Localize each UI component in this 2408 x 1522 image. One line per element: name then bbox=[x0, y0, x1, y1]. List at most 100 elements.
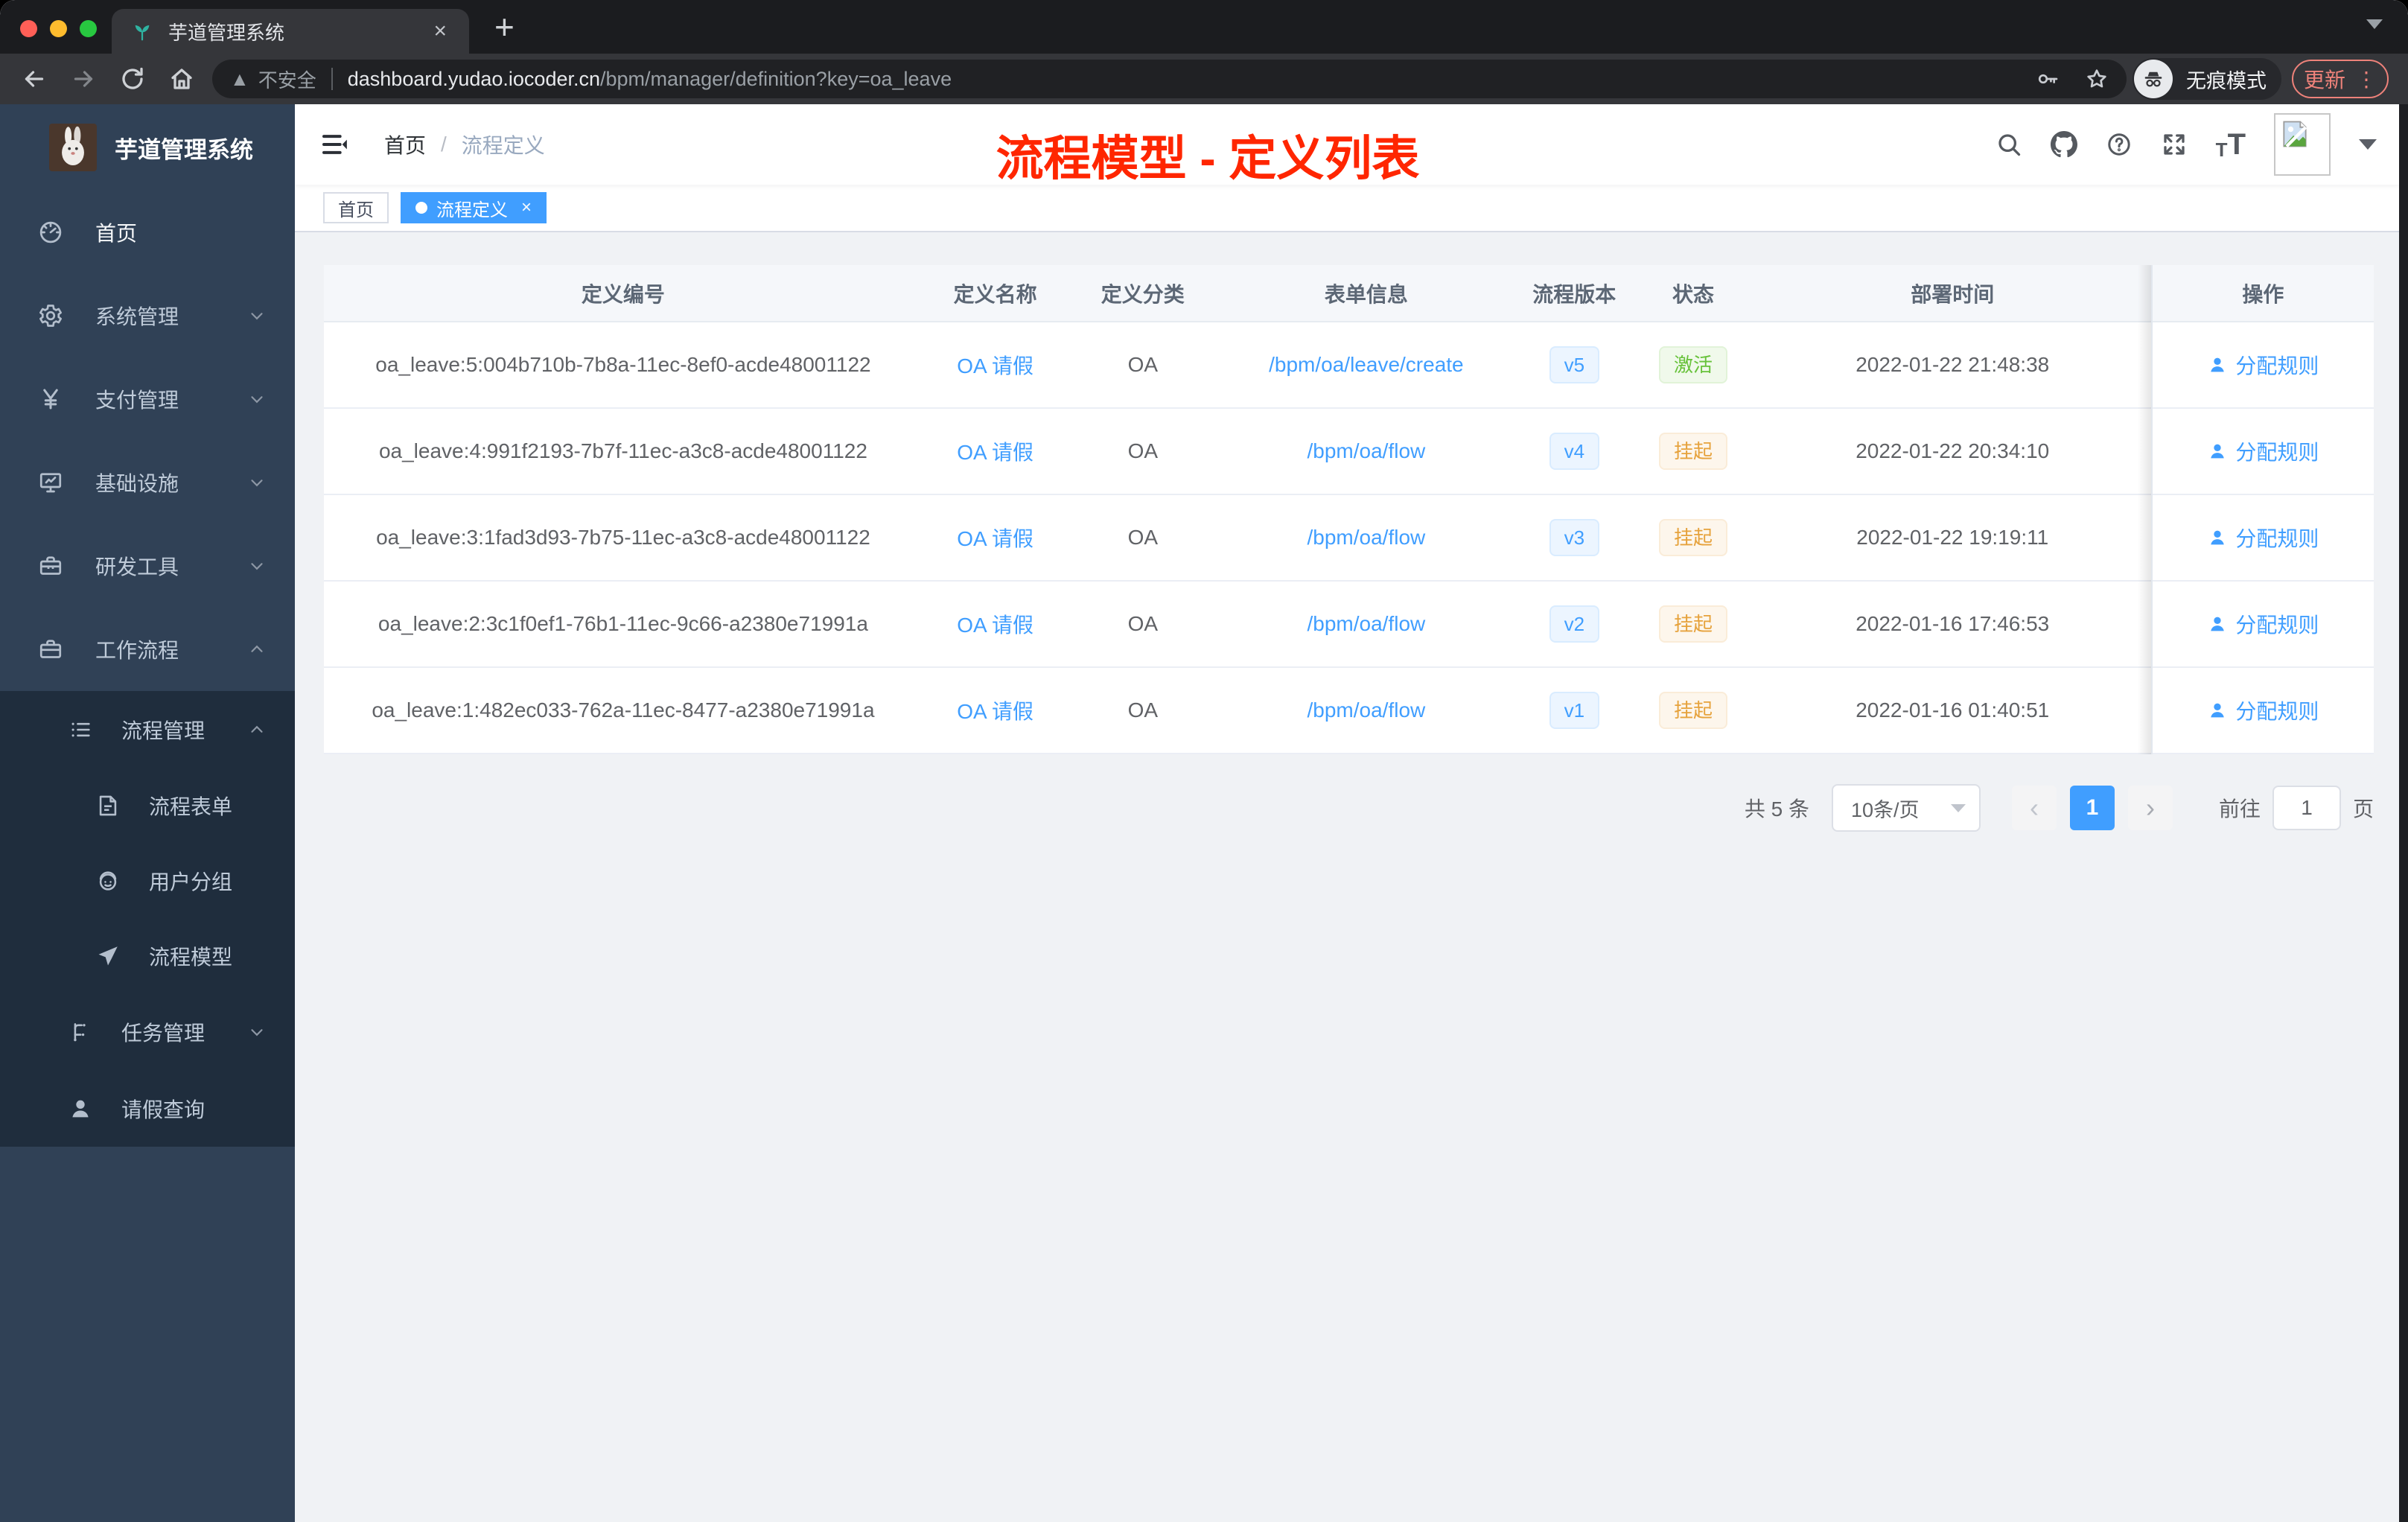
user-menu-chevron-icon[interactable] bbox=[2359, 139, 2377, 150]
password-key-icon[interactable] bbox=[2036, 67, 2060, 91]
sidebar-item-payment[interactable]: 支付管理 bbox=[0, 357, 295, 441]
current-page-button[interactable]: 1 bbox=[2069, 786, 2115, 830]
close-window-button[interactable] bbox=[20, 20, 37, 37]
sidebar-item-label: 工作流程 bbox=[95, 639, 179, 662]
font-size-icon[interactable]: TT bbox=[2216, 130, 2246, 159]
page-unit-label: 页 bbox=[2352, 797, 2374, 821]
table-header-row: 定义编号 定义名称 定义分类 表单信息 流程版本 状态 部署时间 操作 bbox=[324, 265, 2374, 322]
tag-process-definition[interactable]: 流程定义 × bbox=[401, 192, 547, 223]
cell-definition-id: oa_leave:5:004b710b-7b8a-11ec-8ef0-acde4… bbox=[324, 322, 923, 409]
table-row: oa_leave:5:004b710b-7b8a-11ec-8ef0-acde4… bbox=[324, 322, 2374, 409]
form-info-link[interactable]: /bpm/oa/flow bbox=[1307, 612, 1426, 635]
sidebar-item-task-management[interactable]: 任务管理 bbox=[0, 993, 295, 1070]
window-right-edge bbox=[2399, 104, 2408, 1522]
incognito-label: 无痕模式 bbox=[2186, 69, 2267, 92]
sidebar-item-system[interactable]: 系统管理 bbox=[0, 274, 295, 357]
next-page-button[interactable]: › bbox=[2127, 786, 2173, 830]
cell-deploy-time: 2022-01-16 17:46:53 bbox=[1752, 581, 2153, 668]
definition-name-link[interactable]: OA 请假 bbox=[957, 700, 1033, 723]
tab-close-icon[interactable]: × bbox=[430, 20, 450, 42]
home-button[interactable] bbox=[168, 66, 195, 92]
form-info-link[interactable]: /bpm/oa/leave/create bbox=[1269, 353, 1464, 376]
app-logo-row[interactable]: 芋道管理系统 bbox=[0, 104, 295, 191]
github-icon[interactable] bbox=[2050, 131, 2077, 158]
avatar[interactable] bbox=[2274, 113, 2331, 176]
bookmark-star-icon[interactable] bbox=[2085, 67, 2109, 91]
sidebar-item-home[interactable]: 首页 bbox=[0, 191, 295, 274]
definition-name-link[interactable]: OA 请假 bbox=[957, 614, 1033, 637]
definition-name-link[interactable]: OA 请假 bbox=[957, 527, 1033, 550]
fixed-column-shadow bbox=[2137, 265, 2151, 754]
sidebar-item-label: 流程模型 bbox=[149, 945, 233, 969]
sidebar-item-process-form[interactable]: 流程表单 bbox=[0, 768, 295, 843]
new-tab-button[interactable]: + bbox=[494, 10, 515, 44]
security-label[interactable]: 不安全 bbox=[258, 66, 316, 93]
sidebar-item-infrastructure[interactable]: 基础设施 bbox=[0, 441, 295, 524]
search-icon[interactable] bbox=[1995, 131, 2022, 158]
tab-title: 芋道管理系统 bbox=[168, 21, 285, 44]
forward-button[interactable] bbox=[70, 66, 97, 92]
tag-home[interactable]: 首页 bbox=[323, 192, 389, 223]
form-info-link[interactable]: /bpm/oa/flow bbox=[1307, 526, 1426, 549]
tag-close-icon[interactable]: × bbox=[521, 197, 532, 218]
active-tag-label: 流程定义 bbox=[436, 200, 508, 220]
pagination-total: 共 5 条 bbox=[1744, 797, 1809, 821]
col-definition-id: 定义编号 bbox=[324, 265, 923, 322]
sidebar-item-process-model[interactable]: 流程模型 bbox=[0, 918, 295, 993]
sidebar-collapse-icon[interactable] bbox=[320, 130, 350, 159]
sidebar-item-process-management[interactable]: 流程管理 bbox=[0, 691, 295, 768]
reload-button[interactable] bbox=[119, 66, 146, 92]
page-size-value: 10条/页 bbox=[1850, 798, 1920, 821]
browser-chrome: 芋道管理系统 × + ▲ 不安全 dashboard.yudao.iocoder… bbox=[0, 0, 2408, 104]
toolbox-icon bbox=[39, 556, 62, 575]
prev-page-button[interactable]: ‹ bbox=[2011, 786, 2057, 830]
zoom-window-button[interactable] bbox=[80, 20, 97, 37]
goto-page-input[interactable]: 1 bbox=[2272, 786, 2341, 830]
col-definition-category: 定义分类 bbox=[1068, 265, 1218, 322]
sidebar-item-label: 请假查询 bbox=[121, 1098, 206, 1121]
breadcrumb: 首页 / 流程定义 bbox=[384, 130, 545, 159]
send-icon bbox=[98, 946, 118, 965]
broken-image-icon bbox=[2283, 121, 2307, 148]
back-button[interactable] bbox=[21, 66, 48, 92]
form-info-link[interactable]: /bpm/oa/flow bbox=[1307, 439, 1426, 462]
minimize-window-button[interactable] bbox=[50, 20, 67, 37]
assign-rule-button[interactable]: 分配规则 bbox=[2207, 695, 2319, 725]
browser-tab[interactable]: 芋道管理系统 × bbox=[112, 9, 469, 54]
header-actions: TT bbox=[1995, 113, 2377, 176]
sidebar-item-user-group[interactable]: 用户分组 bbox=[0, 843, 295, 918]
fullscreen-icon[interactable] bbox=[2161, 131, 2188, 158]
form-info-link[interactable]: /bpm/oa/flow bbox=[1307, 698, 1426, 722]
col-status: 状态 bbox=[1634, 265, 1753, 322]
cell-definition-id: oa_leave:3:1fad3d93-7b75-11ec-a3c8-acde4… bbox=[324, 494, 923, 582]
col-form-info: 表单信息 bbox=[1217, 265, 1515, 322]
assign-rule-button[interactable]: 分配规则 bbox=[2207, 350, 2319, 380]
status-badge: 挂起 bbox=[1658, 692, 1727, 729]
chevron-down-icon bbox=[251, 396, 263, 404]
address-bar[interactable]: ▲ 不安全 dashboard.yudao.iocoder.cn/bpm/man… bbox=[212, 60, 2127, 98]
user-icon bbox=[2211, 357, 2225, 372]
version-badge: v4 bbox=[1549, 433, 1600, 470]
cell-deploy-time: 2022-01-22 21:48:38 bbox=[1752, 322, 2153, 409]
help-icon[interactable] bbox=[2106, 131, 2133, 158]
browser-menu-dots-icon[interactable]: ⋮ bbox=[2356, 67, 2377, 92]
workflow-submenu: 流程管理 流程表单 用户分组 流程模型 任务管理 请假查询 bbox=[0, 691, 295, 1147]
cell-deploy-time: 2022-01-22 19:19:11 bbox=[1752, 494, 2153, 582]
assign-rule-button[interactable]: 分配规则 bbox=[2207, 436, 2319, 466]
sidebar-item-leave-query[interactable]: 请假查询 bbox=[0, 1070, 295, 1147]
sidebar-item-workflow[interactable]: 工作流程 bbox=[0, 608, 295, 691]
definition-name-link[interactable]: OA 请假 bbox=[957, 354, 1033, 378]
main-area: 首页 / 流程定义 流程模型 - 定义列表 TT 首页 流程定义 × 定义编号 … bbox=[295, 104, 2399, 1522]
browser-toolbar: ▲ 不安全 dashboard.yudao.iocoder.cn/bpm/man… bbox=[0, 54, 2408, 104]
tab-search-chevron-icon[interactable] bbox=[2366, 19, 2383, 29]
browser-update-button[interactable]: 更新 ⋮ bbox=[2292, 60, 2389, 98]
definition-name-link[interactable]: OA 请假 bbox=[957, 441, 1033, 464]
app-logo-avatar bbox=[49, 124, 97, 171]
page-size-select[interactable]: 10条/页 bbox=[1831, 784, 1981, 832]
assign-rule-button[interactable]: 分配规则 bbox=[2207, 523, 2319, 553]
tab-strip: 芋道管理系统 × + bbox=[0, 0, 2408, 54]
breadcrumb-home[interactable]: 首页 bbox=[384, 130, 426, 159]
sidebar-item-dev-tools[interactable]: 研发工具 bbox=[0, 524, 295, 608]
definition-table-card: 定义编号 定义名称 定义分类 表单信息 流程版本 状态 部署时间 操作 oa_l bbox=[324, 265, 2374, 754]
assign-rule-button[interactable]: 分配规则 bbox=[2207, 609, 2319, 639]
